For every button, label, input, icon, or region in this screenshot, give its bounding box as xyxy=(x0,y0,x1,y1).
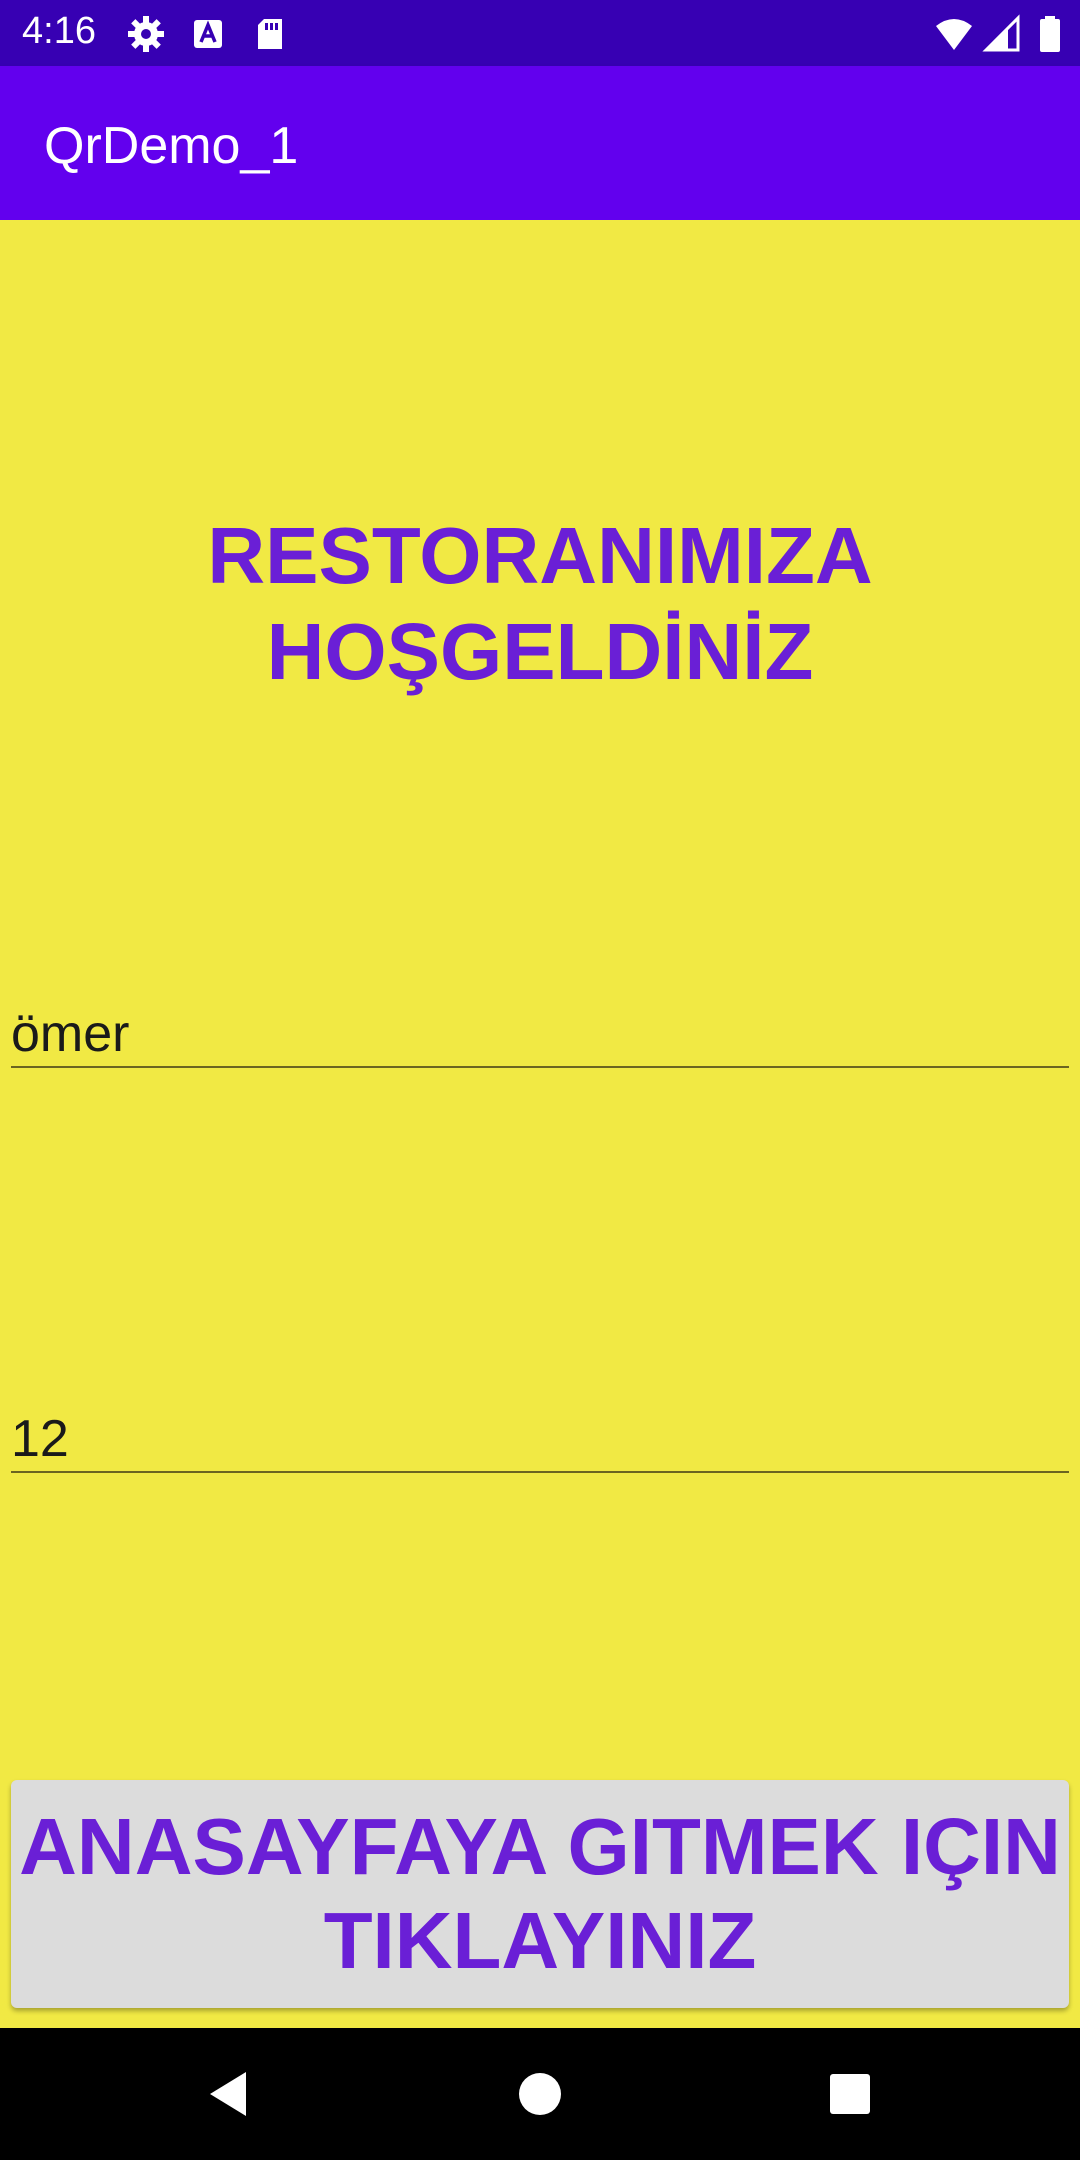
font-a-icon xyxy=(188,14,228,54)
go-home-button-line-1: ANASAYFAYA GITMEK IÇIN xyxy=(19,1802,1061,1891)
welcome-heading: RESTORANIMIZA HOŞGELDİNİZ xyxy=(0,508,1080,700)
wifi-icon xyxy=(934,14,974,54)
battery-icon xyxy=(1030,14,1070,54)
sd-card-icon xyxy=(250,14,290,54)
name-input[interactable]: ömer xyxy=(11,1002,1069,1068)
status-time: 4:16 xyxy=(22,10,96,52)
go-home-button-line-2: TIKLAYINIZ xyxy=(323,1896,757,1985)
signal-icon xyxy=(982,14,1022,54)
navigation-bar xyxy=(0,2028,1080,2160)
go-home-button[interactable]: ANASAYFAYA GITMEK IÇIN TIKLAYINIZ xyxy=(11,1780,1069,2008)
number-input[interactable]: 12 xyxy=(11,1407,1069,1473)
home-icon[interactable] xyxy=(508,2062,572,2126)
welcome-line-2: HOŞGELDİNİZ xyxy=(266,607,814,696)
back-icon[interactable] xyxy=(198,2062,262,2126)
gear-icon xyxy=(126,14,166,54)
main-content: RESTORANIMIZA HOŞGELDİNİZ ömer 12 ANASAY… xyxy=(0,220,1080,2028)
status-bar: 4:16 xyxy=(0,0,1080,66)
welcome-line-1: RESTORANIMIZA xyxy=(207,511,873,600)
recents-icon[interactable] xyxy=(818,2062,882,2126)
app-bar: QrDemo_1 xyxy=(0,66,1080,220)
app-title: QrDemo_1 xyxy=(44,117,299,175)
